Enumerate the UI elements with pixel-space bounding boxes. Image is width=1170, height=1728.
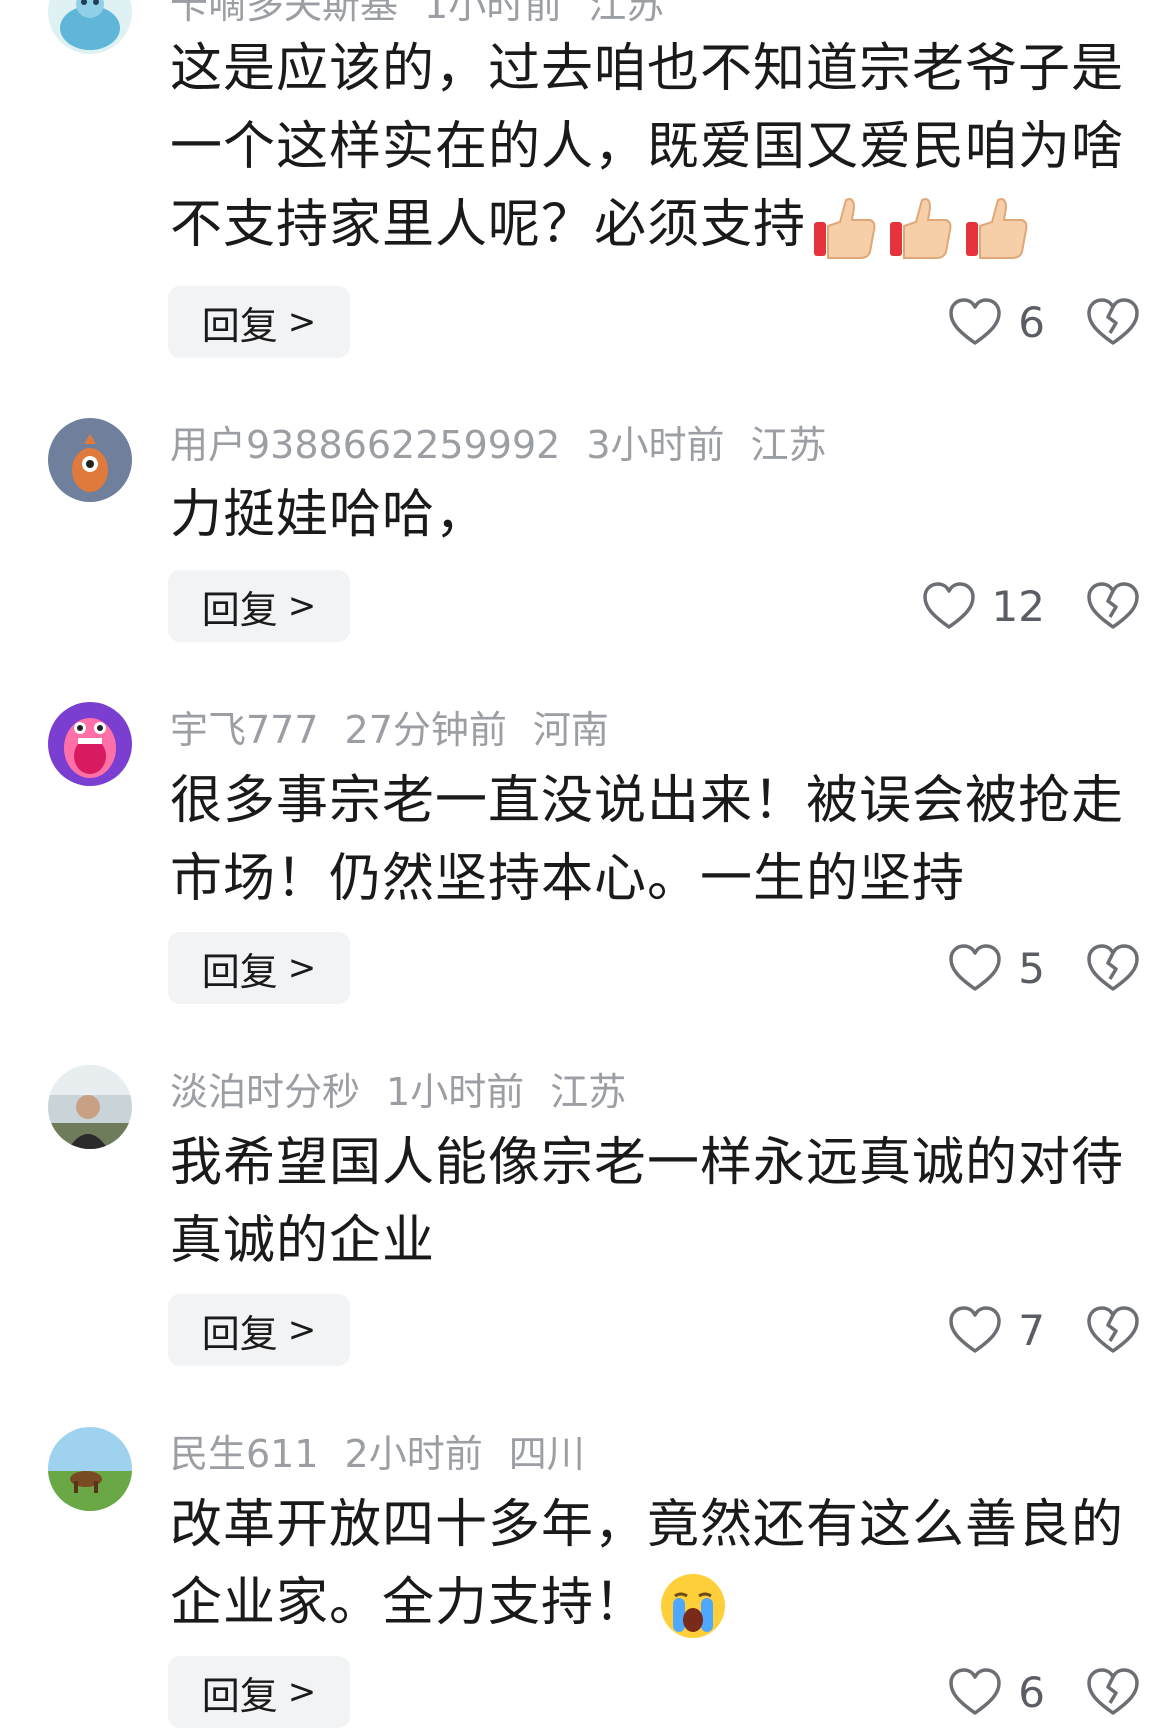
comment-location: 江苏 (588, 0, 665, 27)
username[interactable]: 卡嘀多夫斯基 (170, 0, 398, 27)
comment-location: 江苏 (750, 423, 827, 467)
comment-text: 力挺娃哈哈， (170, 485, 489, 545)
broken-heart-icon[interactable] (1086, 1305, 1140, 1355)
comment-time: 1小时前 (424, 0, 563, 27)
comment-location: 四川 (508, 1432, 585, 1476)
heart-icon (949, 298, 1002, 345)
heart-icon (949, 1306, 1002, 1353)
broken-heart-icon[interactable] (1086, 943, 1140, 993)
broken-heart-icon[interactable] (1086, 297, 1140, 347)
comment-time: 3小时前 (586, 423, 725, 467)
like-count: 12 (991, 581, 1045, 631)
avatar[interactable] (48, 702, 132, 786)
like-button[interactable]: 6 (948, 286, 1045, 358)
chevron-right-icon: > (287, 1672, 317, 1712)
thumbs-up-icon (814, 198, 876, 259)
reply-button[interactable]: 回复 > (168, 570, 350, 642)
comment-time: 2小时前 (344, 1432, 483, 1476)
comment-meta: 卡嘀多夫斯基 1小时前 江苏 (170, 0, 690, 30)
heart-icon (949, 944, 1002, 991)
comment-location: 江苏 (550, 1070, 627, 1114)
username[interactable]: 民生611 (170, 1432, 319, 1476)
avatar[interactable] (48, 418, 132, 502)
comment-meta: 淡泊时分秒 1小时前 江苏 (170, 1067, 652, 1117)
reply-button[interactable]: 回复 > (168, 1294, 350, 1366)
reply-button[interactable]: 回复 > (168, 286, 350, 358)
reply-button[interactable]: 回复 > (168, 1656, 350, 1728)
username[interactable]: 宇飞777 (170, 708, 319, 752)
heart-icon (949, 1668, 1002, 1715)
heart-icon (922, 582, 975, 629)
comment-time: 1小时前 (386, 1070, 525, 1114)
comment-text: 我希望国人能像宗老一样永远真诚的对待真诚的企业 (170, 1133, 1125, 1271)
like-count: 5 (1018, 943, 1045, 993)
like-button[interactable]: 7 (948, 1294, 1045, 1366)
like-button[interactable]: 5 (948, 932, 1045, 1004)
avatar[interactable] (48, 0, 132, 54)
like-count: 7 (1018, 1305, 1045, 1355)
like-count: 6 (1018, 297, 1045, 347)
comment-meta: 用户9388662259992 3小时前 江苏 (170, 420, 853, 470)
chevron-right-icon: > (287, 1310, 317, 1350)
avatar[interactable] (48, 1427, 132, 1511)
crying-face-icon (661, 1574, 726, 1638)
comment-text: 改革开放四十多年，竟然还有这么善良的企业家。全力支持！ (170, 1486, 1145, 1642)
like-button[interactable]: 6 (948, 1656, 1045, 1728)
comment-meta: 民生611 2小时前 四川 (170, 1429, 611, 1479)
username[interactable]: 用户9388662259992 (170, 423, 560, 467)
comment-text: 很多事宗老一直没说出来！被误会被抢走市场！仍然坚持本心。一生的坚持 (170, 771, 1125, 909)
comment-time: 27分钟前 (344, 708, 507, 752)
comment-text: 这是应该的，过去咱也不知道宗老爷子是一个这样实在的人，既爱国又爱民咱为啥不支持家… (170, 30, 1145, 264)
thumbs-up-icon (890, 198, 952, 259)
broken-heart-icon[interactable] (1086, 1667, 1140, 1717)
chevron-right-icon: > (287, 302, 317, 342)
avatar[interactable] (48, 1065, 132, 1149)
broken-heart-icon[interactable] (1086, 581, 1140, 631)
comment-location: 河南 (532, 708, 609, 752)
username[interactable]: 淡泊时分秒 (170, 1070, 360, 1114)
like-count: 6 (1018, 1667, 1045, 1717)
like-button[interactable]: 12 (922, 570, 1045, 642)
comment-meta: 宇飞777 27分钟前 河南 (170, 705, 635, 755)
chevron-right-icon: > (287, 586, 317, 626)
reply-button[interactable]: 回复 > (168, 932, 350, 1004)
thumbs-up-icon (966, 198, 1028, 259)
chevron-right-icon: > (287, 948, 317, 988)
